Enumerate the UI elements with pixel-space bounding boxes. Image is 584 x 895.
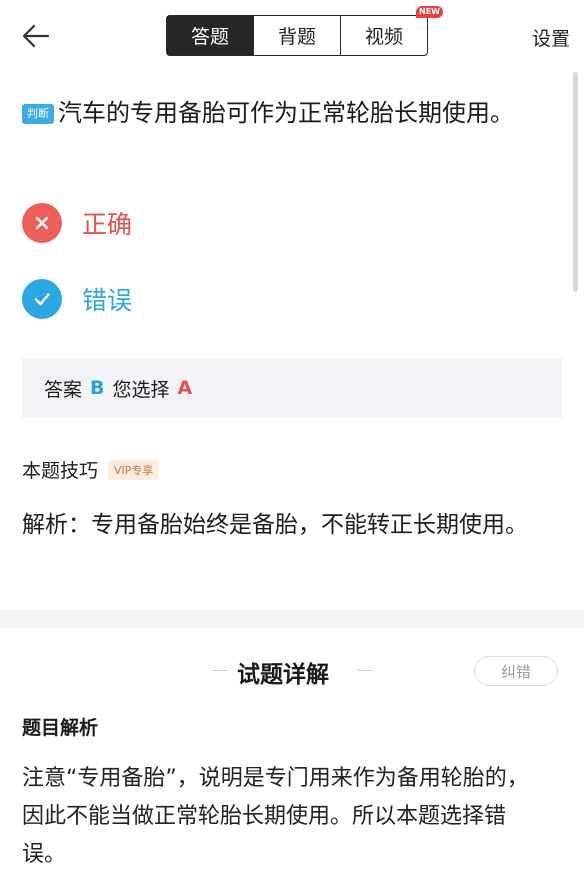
title-line-right [357,670,373,671]
question-type-tag: 判断 [22,104,54,124]
new-badge: NEW [416,6,443,18]
tab-video-label: 视频 [364,26,403,48]
correct-answer: B [90,377,105,399]
detail-title: 试题详解 [237,662,329,688]
tips-analysis: 解析：专用备胎始终是备胎，不能转正长期使用。 [22,512,528,538]
back-arrow-icon[interactable] [18,18,54,54]
option-true[interactable]: 正确 [22,202,132,244]
title-line-left [212,670,228,671]
option-false-label: 错误 [82,286,133,315]
check-icon [22,279,62,319]
close-icon [22,203,62,243]
question-block: 判断 汽车的专用备胎可作为正常轮胎长期使用。 [22,92,542,134]
option-true-label: 正确 [82,210,133,239]
tab-video[interactable]: 视频 NEW [340,6,443,55]
question-text: 汽车的专用备胎可作为正常轮胎长期使用。 [58,99,514,127]
section-divider [0,610,584,628]
answer-middle: 您选择 [112,378,170,401]
mode-tabs: 答题 背题 视频 NEW [166,6,443,56]
top-bar: 答题 背题 视频 NEW 设置 [0,0,584,74]
tab-memorize[interactable]: 背题 [253,16,340,55]
tab-answer[interactable]: 答题 [167,16,253,55]
answer-prefix: 答案 [44,378,83,401]
answer-summary: 答案 B 您选择 A [22,358,562,418]
option-false[interactable]: 错误 [22,278,132,320]
report-error-button[interactable]: 纠错 [474,656,558,686]
analysis-body: 注意“专用备胎”，说明是专门用来作为备用轮胎的，因此不能当做正常轮胎长期使用。所… [22,766,529,867]
vip-badge: VIP专享 [108,459,160,480]
tips-header: 本题技巧 VIP专享 [22,456,160,483]
tips-title: 本题技巧 [22,460,99,482]
settings-button[interactable]: 设置 [532,24,570,51]
scrollbar[interactable] [573,72,578,292]
selected-answer: A [177,377,193,399]
analysis-subtitle: 题目解析 [22,717,99,739]
